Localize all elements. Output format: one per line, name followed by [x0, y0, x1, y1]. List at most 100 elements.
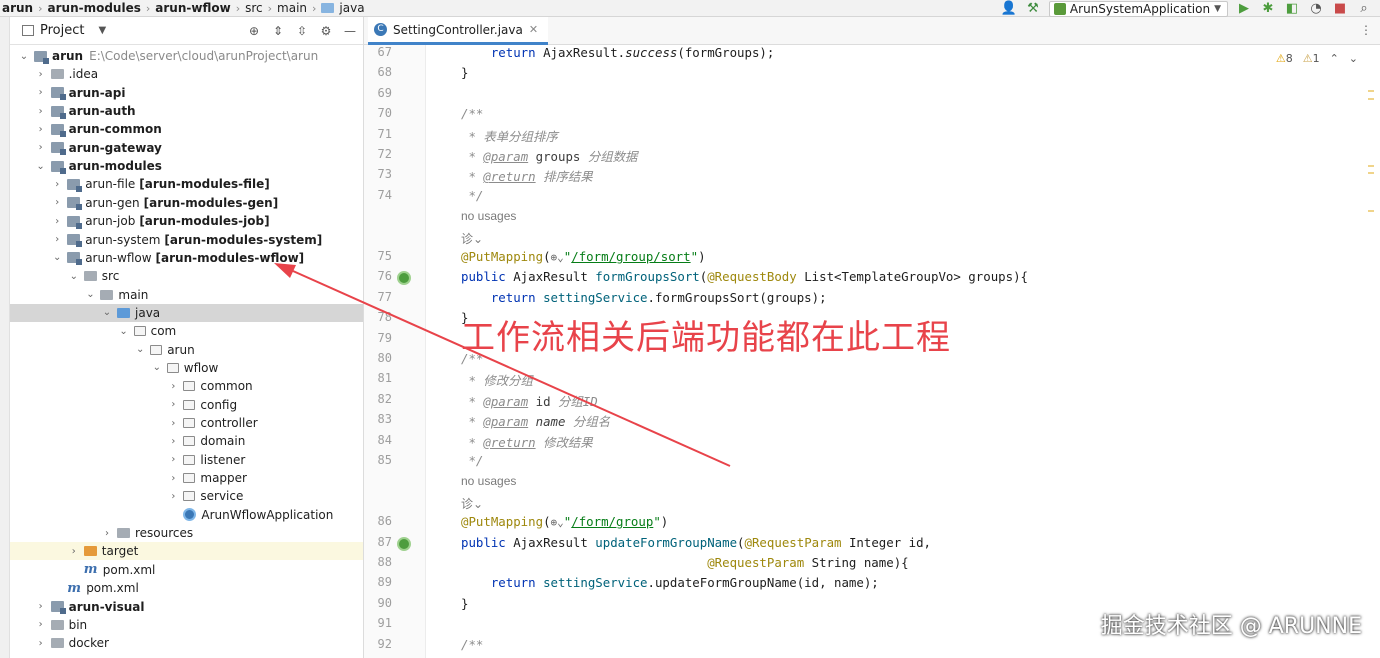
chevron-right-icon[interactable]: › — [167, 399, 179, 410]
tree-node[interactable]: › .idea — [10, 65, 363, 83]
code-line[interactable]: */ — [461, 188, 483, 203]
code-line[interactable]: @RequestParam String name){ — [461, 555, 908, 570]
tree-node[interactable]: › arun-system [arun-modules-system] — [10, 231, 363, 249]
chevron-down-icon[interactable]: ⌄ — [68, 271, 80, 282]
code-line[interactable]: * @return 修改结果 — [461, 433, 592, 451]
chevron-right-icon[interactable]: › — [35, 142, 47, 153]
breadcrumb-item[interactable]: src — [243, 1, 265, 15]
code-line[interactable]: * @return 排序结果 — [461, 167, 592, 185]
collapse-all-icon[interactable]: ⇳ — [295, 24, 309, 38]
tree-node[interactable]: ⌄ arun-modules — [10, 157, 363, 175]
tree-node[interactable]: › arun-common — [10, 120, 363, 138]
chevron-right-icon[interactable]: › — [167, 418, 179, 429]
code-vision-hint[interactable]: 诊⌄ — [461, 495, 483, 512]
run-icon[interactable]: ▶ — [1236, 1, 1252, 16]
tree-node[interactable]: m pom.xml — [10, 579, 363, 597]
locate-file-icon[interactable]: ⊕ — [247, 24, 261, 38]
profiler-icon[interactable]: ◔ — [1308, 1, 1324, 16]
project-view-selector[interactable]: Project — [40, 23, 84, 38]
tree-node[interactable]: ⌄ arun — [10, 341, 363, 359]
chevron-down-icon[interactable]: ⌄ — [51, 252, 63, 263]
chevron-down-icon[interactable]: ⌄ — [18, 51, 30, 62]
code-line[interactable]: return settingService.updateFormGroupNam… — [461, 575, 879, 590]
tree-node[interactable]: › resources — [10, 524, 363, 542]
settings-gear-icon[interactable]: ⚙ — [319, 24, 333, 38]
tree-node[interactable]: › arun-visual — [10, 598, 363, 616]
endpoint-run-icon[interactable] — [397, 536, 411, 551]
chevron-down-icon[interactable]: ⌄ — [101, 307, 113, 318]
tree-node[interactable]: › docker — [10, 634, 363, 652]
code-line[interactable]: return settingService.formGroupsSort(gro… — [461, 290, 827, 305]
chevron-right-icon[interactable]: › — [51, 234, 63, 245]
chevron-down-icon[interactable]: ⌄ — [151, 362, 163, 373]
code-line[interactable]: /** — [461, 106, 483, 121]
code-line[interactable]: } — [461, 65, 468, 80]
code-line[interactable]: */ — [461, 453, 483, 468]
tree-node[interactable]: › bin — [10, 616, 363, 634]
more-tabs-icon[interactable]: ⋮ — [1360, 23, 1372, 37]
editor-tab-active[interactable]: C SettingController.java ✕ — [368, 17, 549, 45]
tree-node[interactable]: ⌄ src — [10, 267, 363, 285]
stripe-mark[interactable] — [1368, 165, 1374, 167]
code-line[interactable]: * @param id 分组ID — [461, 392, 597, 410]
tree-node[interactable]: › config — [10, 396, 363, 414]
code-line[interactable]: } — [461, 596, 468, 611]
chevron-right-icon[interactable]: › — [167, 473, 179, 484]
code-vision-hint[interactable]: no usages — [461, 209, 516, 223]
code-line[interactable]: * 表单分组排序 — [461, 127, 557, 145]
tree-node[interactable]: › arun-gateway — [10, 139, 363, 157]
chevron-right-icon[interactable]: › — [35, 638, 47, 649]
chevron-right-icon[interactable]: › — [101, 528, 113, 539]
stripe-mark[interactable] — [1368, 172, 1374, 174]
tree-node[interactable]: › controller — [10, 414, 363, 432]
build-hammer-icon[interactable]: ⚒ — [1025, 1, 1041, 16]
chevron-right-icon[interactable]: › — [51, 179, 63, 190]
chevron-down-icon[interactable]: ⌄ — [134, 344, 146, 355]
chevron-right-icon[interactable]: › — [68, 546, 80, 557]
chevron-down-icon[interactable]: ⌄ — [84, 289, 96, 300]
breadcrumb-item[interactable]: arun-modules — [46, 1, 143, 15]
close-icon[interactable]: ✕ — [529, 23, 538, 36]
tree-node[interactable]: ⌄ main — [10, 286, 363, 304]
tree-node[interactable]: ⌄ com — [10, 322, 363, 340]
tree-node[interactable]: ⌄ arun-wflow [arun-modules-wflow] — [10, 249, 363, 267]
chevron-right-icon[interactable]: › — [35, 124, 47, 135]
chevron-right-icon[interactable]: › — [35, 619, 47, 630]
run-configuration-select[interactable]: ArunSystemApplication ▼ — [1048, 0, 1228, 17]
tree-node[interactable]: ⌄ java — [10, 303, 363, 322]
tree-node[interactable]: › arun-api — [10, 84, 363, 102]
breadcrumb-item[interactable]: java — [337, 1, 366, 15]
chevron-right-icon[interactable]: › — [51, 216, 63, 227]
tree-node[interactable]: › arun-auth — [10, 102, 363, 120]
chevron-right-icon[interactable]: › — [167, 436, 179, 447]
chevron-down-icon[interactable]: ⌄ — [118, 326, 130, 337]
tree-node[interactable]: › mapper — [10, 469, 363, 487]
tree-node[interactable]: ⌄ arun E:\Code\server\cloud\arunProject\ar… — [10, 47, 363, 65]
breadcrumb-item[interactable]: arun-wflow — [153, 1, 232, 15]
tree-node[interactable]: › common — [10, 377, 363, 395]
stop-icon[interactable]: ■ — [1332, 1, 1348, 16]
chevron-right-icon[interactable]: › — [167, 491, 179, 502]
tree-node[interactable]: › arun-job [arun-modules-job] — [10, 212, 363, 230]
tree-node[interactable]: › arun-file [arun-modules-file] — [10, 175, 363, 193]
tree-node[interactable]: ⌄ wflow — [10, 359, 363, 377]
code-line[interactable]: return AjaxResult.success(formGroups); — [461, 45, 775, 60]
breadcrumb-item[interactable]: arun — [0, 1, 35, 15]
tree-node[interactable]: m pom.xml — [10, 561, 363, 579]
tree-node[interactable]: › domain — [10, 432, 363, 450]
debug-icon[interactable]: ✱ — [1260, 1, 1276, 16]
chevron-right-icon[interactable]: › — [167, 381, 179, 392]
code-line[interactable]: public AjaxResult formGroupsSort(@Reques… — [461, 269, 1028, 284]
tree-node[interactable]: › listener — [10, 451, 363, 469]
chevron-up-icon[interactable]: ⌃ — [1330, 52, 1339, 65]
code-vision-hint[interactable]: 诊⌄ — [461, 230, 483, 247]
tree-node[interactable]: › arun-gen [arun-modules-gen] — [10, 194, 363, 212]
chevron-down-icon[interactable]: ▼ — [98, 25, 106, 36]
tree-node[interactable]: › target — [10, 542, 363, 561]
chevron-right-icon[interactable]: › — [35, 601, 47, 612]
chevron-right-icon[interactable]: › — [167, 454, 179, 465]
user-icon[interactable]: 👤 — [1001, 1, 1017, 16]
inspection-widget[interactable]: ⚠8 ⚠1 ⌃ ⌄ — [1276, 52, 1358, 65]
coverage-icon[interactable]: ◧ — [1284, 1, 1300, 16]
code-line[interactable]: /** — [461, 637, 483, 652]
